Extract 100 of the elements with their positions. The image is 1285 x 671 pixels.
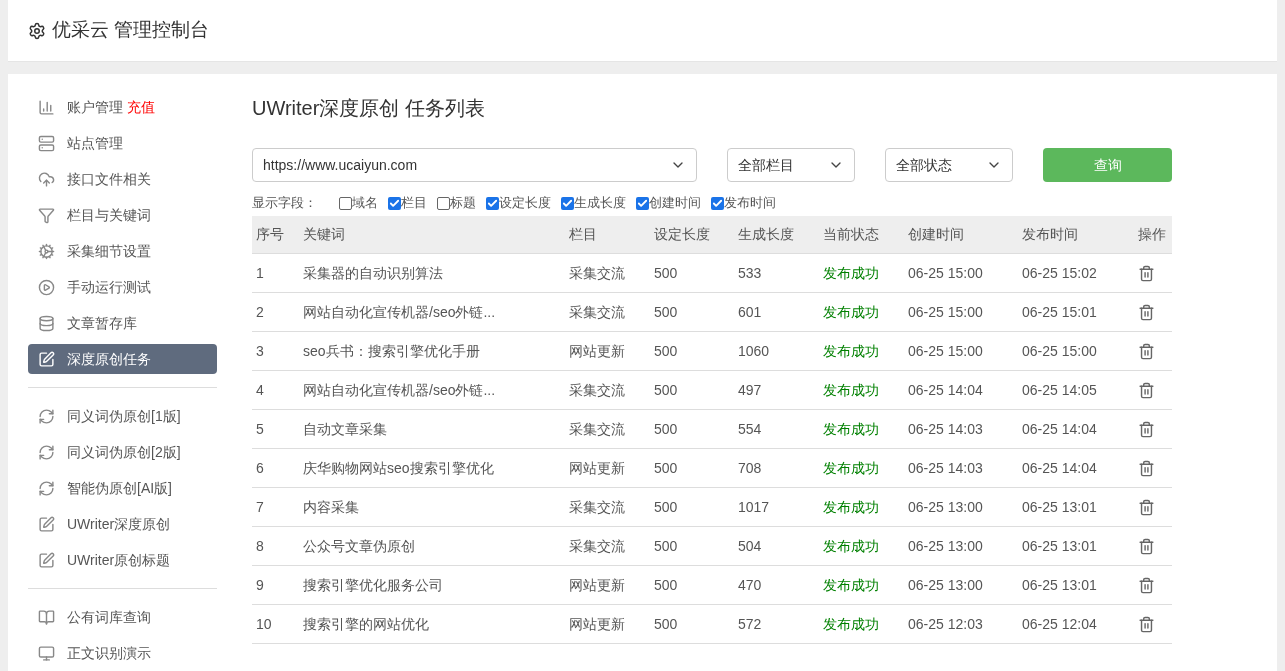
table-cell: 网站自动化宣传机器/seo外链... <box>303 381 496 398</box>
table-cell: 06-25 15:00 <box>908 303 983 320</box>
checkbox[interactable] <box>388 196 401 210</box>
delete-icon[interactable] <box>1138 498 1155 516</box>
sidebar-item[interactable]: UWriter原创标题 <box>28 545 217 575</box>
sidebar-item[interactable]: 站点管理 <box>28 128 217 158</box>
edit-icon <box>38 551 55 569</box>
sidebar-item[interactable]: UWriter深度原创 <box>28 509 217 539</box>
table-cell: 网站更新 <box>569 459 625 476</box>
sidebar-item[interactable]: 文章暂存库 <box>28 308 217 338</box>
delete-icon[interactable] <box>1138 381 1155 399</box>
status-text: 发布成功 <box>823 498 879 515</box>
status-text: 发布成功 <box>823 537 879 554</box>
server-icon <box>38 134 55 152</box>
table-cell: 采集交流 <box>569 498 625 515</box>
delete-icon[interactable] <box>1138 303 1155 321</box>
sidebar-item[interactable]: 栏目与关键词 <box>28 200 217 230</box>
cloud-upload-icon <box>38 170 55 188</box>
column-header: 栏目 <box>569 226 597 242</box>
table-cell: 500 <box>654 342 678 359</box>
sidebar-item[interactable]: 同义词伪原创[1版] <box>28 401 217 431</box>
table-cell: 500 <box>654 420 678 437</box>
table-cell: 06-25 14:03 <box>908 420 983 437</box>
table-cell: 8 <box>256 537 264 554</box>
table-cell: 500 <box>654 303 678 320</box>
table-cell: 自动文章采集 <box>303 420 387 437</box>
sidebar-item[interactable]: 接口文件相关 <box>28 164 217 194</box>
delete-icon[interactable] <box>1138 576 1155 594</box>
table-cell: 10 <box>256 615 272 632</box>
table-cell: 572 <box>738 615 762 632</box>
status-text: 发布成功 <box>823 264 879 281</box>
table-cell: 06-25 13:01 <box>1022 537 1097 554</box>
field-label: 发布时间 <box>724 194 776 213</box>
field-label: 标题 <box>450 194 476 213</box>
column-header: 生成长度 <box>738 226 794 242</box>
table-cell: 采集交流 <box>569 264 625 281</box>
table-cell: 500 <box>654 498 678 515</box>
table-cell: 网站更新 <box>569 576 625 593</box>
column-header: 创建时间 <box>908 226 964 242</box>
field-label: 栏目 <box>401 194 427 213</box>
sidebar-item[interactable]: 同义词伪原创[2版] <box>28 437 217 467</box>
column-header: 序号 <box>256 226 284 242</box>
sidebar-item[interactable]: 正文识别演示 <box>28 638 217 668</box>
refresh-icon <box>38 479 55 497</box>
delete-icon[interactable] <box>1138 420 1155 438</box>
table-cell: 06-25 13:01 <box>1022 576 1097 593</box>
table-cell: 601 <box>738 303 762 320</box>
column-select[interactable]: 全部栏目 <box>727 148 855 182</box>
table-cell: 网站自动化宣传机器/seo外链... <box>303 303 496 320</box>
table-cell: 3 <box>256 342 264 359</box>
column-header: 设定长度 <box>654 226 710 242</box>
field-label: 域名 <box>352 194 378 213</box>
database-icon <box>38 314 55 332</box>
edit-icon <box>38 350 55 368</box>
delete-icon[interactable] <box>1138 342 1155 360</box>
sidebar-item[interactable]: 公有词库查询 <box>28 602 217 632</box>
status-text: 发布成功 <box>823 420 879 437</box>
status-text: 发布成功 <box>823 381 879 398</box>
delete-icon[interactable] <box>1138 537 1155 555</box>
monitor-icon <box>38 644 55 662</box>
refresh-icon <box>38 407 55 425</box>
app-title: 优采云 管理控制台 <box>52 18 210 43</box>
table-cell: 06-25 14:03 <box>908 459 983 476</box>
delete-icon[interactable] <box>1138 615 1155 633</box>
status-text: 发布成功 <box>823 459 879 476</box>
table-cell: 采集交流 <box>569 381 625 398</box>
book-icon <box>38 608 55 626</box>
table-cell: seo兵书：搜索引擎优化手册 <box>303 342 480 359</box>
sidebar-item[interactable]: 手动运行测试 <box>28 272 217 302</box>
refresh-icon <box>38 443 55 461</box>
table-cell: 06-25 13:00 <box>908 498 983 515</box>
sidebar-item[interactable]: 智能伪原创[AI版] <box>28 473 217 503</box>
table-cell: 庆华购物网站seo搜索引擎优化 <box>303 459 494 476</box>
table-cell: 1060 <box>738 342 770 359</box>
checkbox[interactable] <box>486 196 499 210</box>
delete-icon[interactable] <box>1138 459 1155 477</box>
checkbox[interactable] <box>711 196 724 210</box>
table-cell: 搜索引擎优化服务公司 <box>303 576 443 593</box>
table-cell: 06-25 15:00 <box>908 264 983 281</box>
table-cell: 06-25 14:04 <box>1022 459 1097 476</box>
checkbox[interactable] <box>636 196 649 210</box>
status-select[interactable]: 全部状态 <box>885 148 1013 182</box>
checkbox[interactable] <box>437 196 450 210</box>
checkbox[interactable] <box>561 196 574 210</box>
sidebar-item[interactable]: 账户管理 充值 <box>28 92 217 122</box>
table-cell: 1017 <box>738 498 770 515</box>
table-cell: 06-25 12:03 <box>908 615 983 632</box>
table-cell: 搜索引擎的网站优化 <box>303 615 429 632</box>
table-cell: 采集交流 <box>569 537 625 554</box>
status-text: 发布成功 <box>823 615 879 632</box>
table-cell: 2 <box>256 303 264 320</box>
edit-icon <box>38 515 55 533</box>
sidebar-item[interactable]: 深度原创任务 <box>28 344 217 374</box>
table-cell: 500 <box>654 615 678 632</box>
table-cell: 06-25 14:05 <box>1022 381 1097 398</box>
site-select[interactable]: https://www.ucaiyun.com <box>252 148 697 182</box>
delete-icon[interactable] <box>1138 264 1155 282</box>
table-cell: 500 <box>654 264 678 281</box>
sidebar-item[interactable]: 采集细节设置 <box>28 236 217 266</box>
checkbox[interactable] <box>339 196 352 210</box>
